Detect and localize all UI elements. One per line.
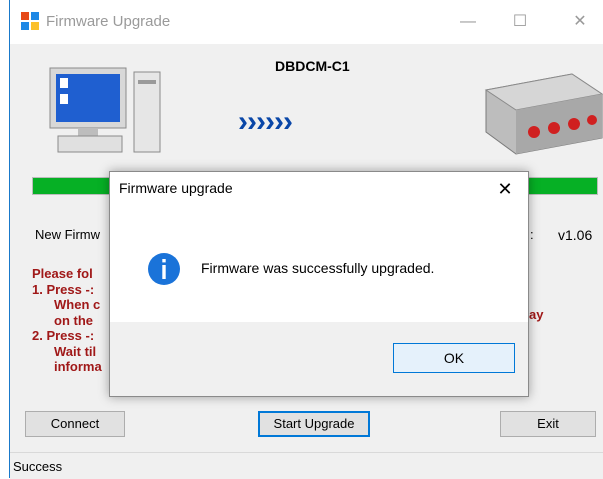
device-hardware-icon <box>484 73 603 155</box>
title-bar[interactable]: Firmware Upgrade — ☐ ✕ <box>10 0 603 44</box>
dialog-message: Firmware was successfully upgraded. <box>201 260 435 276</box>
connect-button[interactable]: Connect <box>25 411 125 437</box>
instruction-line: informa <box>54 359 102 374</box>
status-text: Success <box>13 459 63 474</box>
firmware-upgrade-dialog: Firmware upgrade ✕ Firmware was successf… <box>109 171 529 397</box>
instruction-line: on the <box>54 312 93 328</box>
transfer-arrows: ›››››› <box>238 105 293 138</box>
window-title: Firmware Upgrade <box>46 13 171 30</box>
app-window-icon <box>21 12 39 30</box>
dialog-title: Firmware upgrade <box>119 180 233 196</box>
instruction-line: Please fol <box>32 266 93 281</box>
close-button[interactable]: ✕ <box>558 6 602 38</box>
minimize-button[interactable]: — <box>446 6 490 38</box>
dialog-footer: OK <box>110 322 528 396</box>
computer-icon <box>49 67 161 153</box>
new-firmware-label: New Firmw <box>35 227 100 242</box>
exit-button[interactable]: Exit <box>500 411 596 437</box>
device-name: DBDCM-C1 <box>275 58 350 74</box>
status-bar: Success <box>10 452 603 479</box>
instruction-line: When c <box>54 297 101 312</box>
instruction-line: 2. Press -: <box>32 328 95 343</box>
instruction-line: Wait til <box>54 343 97 359</box>
dialog-close-button[interactable]: ✕ <box>490 174 520 204</box>
information-icon <box>148 253 180 285</box>
instructions-text: Please fol 1. Press -: When c on the 2. … <box>32 266 102 375</box>
start-upgrade-button[interactable]: Start Upgrade <box>258 411 370 437</box>
ok-button[interactable]: OK <box>393 343 515 373</box>
firmware-colon: : <box>530 227 534 242</box>
firmware-version: v1.06 <box>558 227 593 243</box>
instruction-line: 1. Press -: <box>32 281 95 297</box>
maximize-button[interactable]: ☐ <box>498 6 542 38</box>
instruction-tail: ay <box>529 307 544 322</box>
